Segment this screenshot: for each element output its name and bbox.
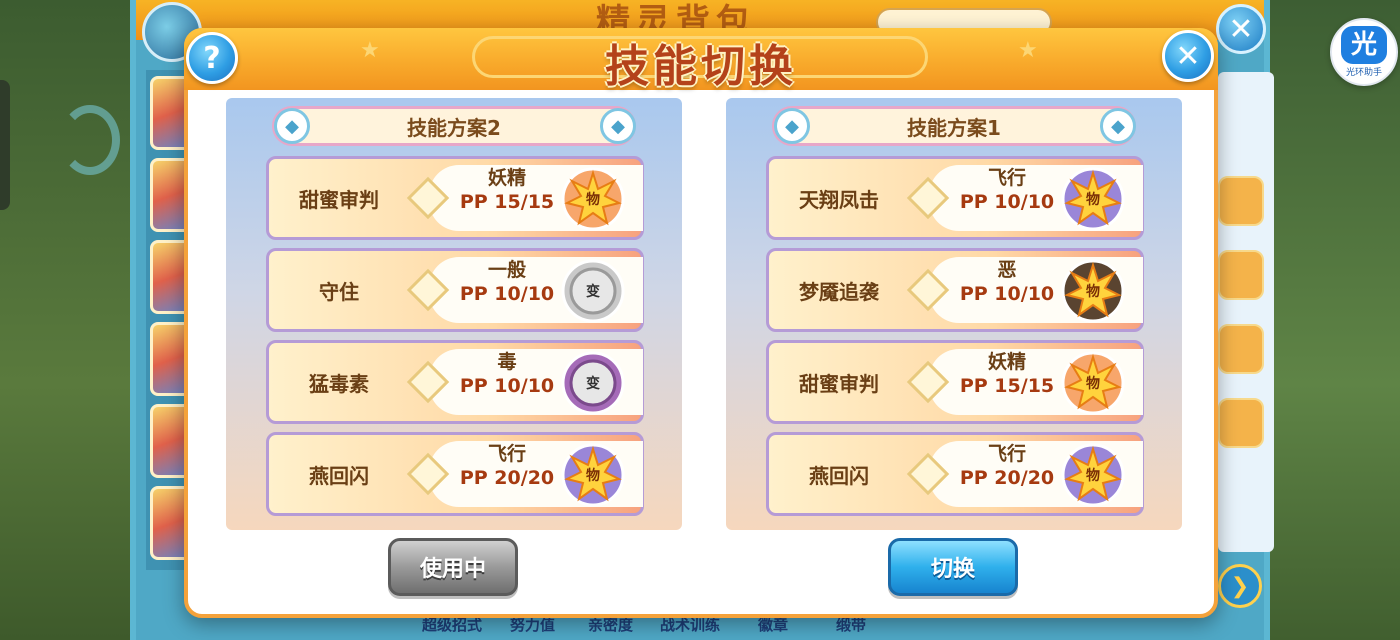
background-side-icon (1218, 398, 1264, 448)
physical-category-icon: 物 (1061, 167, 1125, 231)
modal-header: ★ ★ 技能切换 (184, 28, 1218, 92)
skill-pp: PP 10/10 (459, 283, 555, 305)
category-label: 变 (586, 284, 600, 300)
background-side-icon (1218, 176, 1264, 226)
emblem-icon: ◆ (600, 108, 636, 144)
skill-name: 甜蜜审判 (299, 187, 379, 212)
question-icon: ? (203, 40, 221, 76)
close-icon: ✕ (1175, 38, 1201, 74)
skill-plan-panel: 技能方案2 ◆ ◆ 甜蜜审判 妖精 PP 15/15 物 守住 一般 PP 10… (226, 98, 682, 530)
skill-card[interactable]: 守住 一般 PP 10/10 变 (266, 248, 644, 332)
background-side-icon (1218, 324, 1264, 374)
skill-type: 一般 (487, 259, 526, 281)
physical-category-icon: 物 (1061, 259, 1125, 323)
emblem-icon: ◆ (1100, 108, 1136, 144)
skill-card[interactable]: 燕回闪 飞行 PP 20/20 物 (266, 432, 644, 516)
side-handle[interactable] (0, 80, 10, 210)
background-scenery-left (0, 0, 130, 640)
arrow-right-icon: ❯ (1218, 564, 1262, 608)
status-category-icon: 变 (561, 259, 625, 323)
helper-badge[interactable]: 光 光环助手 (1330, 18, 1398, 86)
category-label: 物 (586, 468, 600, 484)
plan-title: 技能方案1 (772, 106, 1136, 146)
status-category-icon: 变 (561, 351, 625, 415)
skill-name: 天翔凤击 (799, 187, 879, 212)
background-right-panel (1218, 72, 1274, 552)
skill-plan-panel: 技能方案1 ◆ ◆ 天翔凤击 飞行 PP 10/10 物 梦魇追袭 恶 PP 1… (726, 98, 1182, 530)
ring-decoration (60, 105, 120, 175)
physical-category-icon: 物 (561, 167, 625, 231)
skill-type: 飞行 (987, 167, 1026, 189)
category-label: 物 (586, 192, 600, 208)
skill-name: 猛毒素 (309, 371, 369, 396)
plan-title: 技能方案2 (272, 106, 636, 146)
skill-card[interactable]: 梦魇追袭 恶 PP 10/10 物 (766, 248, 1144, 332)
background-side-icon (1218, 250, 1264, 300)
skill-name: 燕回闪 (809, 463, 869, 488)
skill-pp: PP 10/10 (959, 283, 1055, 305)
modal-title: 技能切换 (605, 41, 797, 92)
physical-category-icon: 物 (1061, 351, 1125, 415)
physical-category-icon: 物 (561, 443, 625, 507)
skill-pp: PP 20/20 (959, 467, 1055, 489)
skill-card[interactable]: 甜蜜审判 妖精 PP 15/15 物 (766, 340, 1144, 424)
skill-type: 恶 (997, 259, 1017, 281)
switch-button[interactable]: 切换 (888, 538, 1018, 596)
skill-switch-modal: ★ ★ 技能切换 ? ✕ 技能方案2 ◆ ◆ 甜蜜审判 妖精 PP 15/15 … (184, 28, 1218, 618)
skill-type: 飞行 (487, 443, 526, 465)
help-button[interactable]: ? (186, 32, 238, 84)
category-label: 物 (1086, 376, 1100, 392)
emblem-icon: ◆ (774, 108, 810, 144)
skill-pp: PP 10/10 (459, 375, 555, 397)
helper-glyph: 光 (1341, 26, 1387, 64)
skill-card[interactable]: 天翔凤击 飞行 PP 10/10 物 (766, 156, 1144, 240)
category-label: 物 (1086, 192, 1100, 208)
skill-pp: PP 15/15 (959, 375, 1055, 397)
category-label: 物 (1086, 284, 1100, 300)
skill-pp: PP 15/15 (459, 191, 555, 213)
close-button[interactable]: ✕ (1162, 30, 1214, 82)
skill-name: 梦魇追袭 (799, 279, 879, 304)
category-label: 变 (586, 376, 600, 392)
skill-type: 妖精 (987, 351, 1026, 373)
skill-card[interactable]: 燕回闪 飞行 PP 20/20 物 (766, 432, 1144, 516)
skill-pp: PP 20/20 (459, 467, 555, 489)
skill-name: 甜蜜审判 (799, 371, 879, 396)
background-close-icon: ✕ (1216, 4, 1266, 54)
background-scenery-right (1270, 0, 1400, 640)
skill-name: 燕回闪 (309, 463, 369, 488)
skill-card[interactable]: 甜蜜审判 妖精 PP 15/15 物 (266, 156, 644, 240)
category-label: 物 (1086, 468, 1100, 484)
skill-pp: PP 10/10 (959, 191, 1055, 213)
in-use-button[interactable]: 使用中 (388, 538, 518, 596)
emblem-icon: ◆ (274, 108, 310, 144)
helper-label: 光环助手 (1345, 68, 1382, 78)
skill-name: 守住 (319, 279, 359, 304)
skill-type: 飞行 (987, 443, 1026, 465)
skill-type: 毒 (497, 351, 517, 373)
skill-card[interactable]: 猛毒素 毒 PP 10/10 变 (266, 340, 644, 424)
physical-category-icon: 物 (1061, 443, 1125, 507)
skill-type: 妖精 (487, 167, 526, 189)
